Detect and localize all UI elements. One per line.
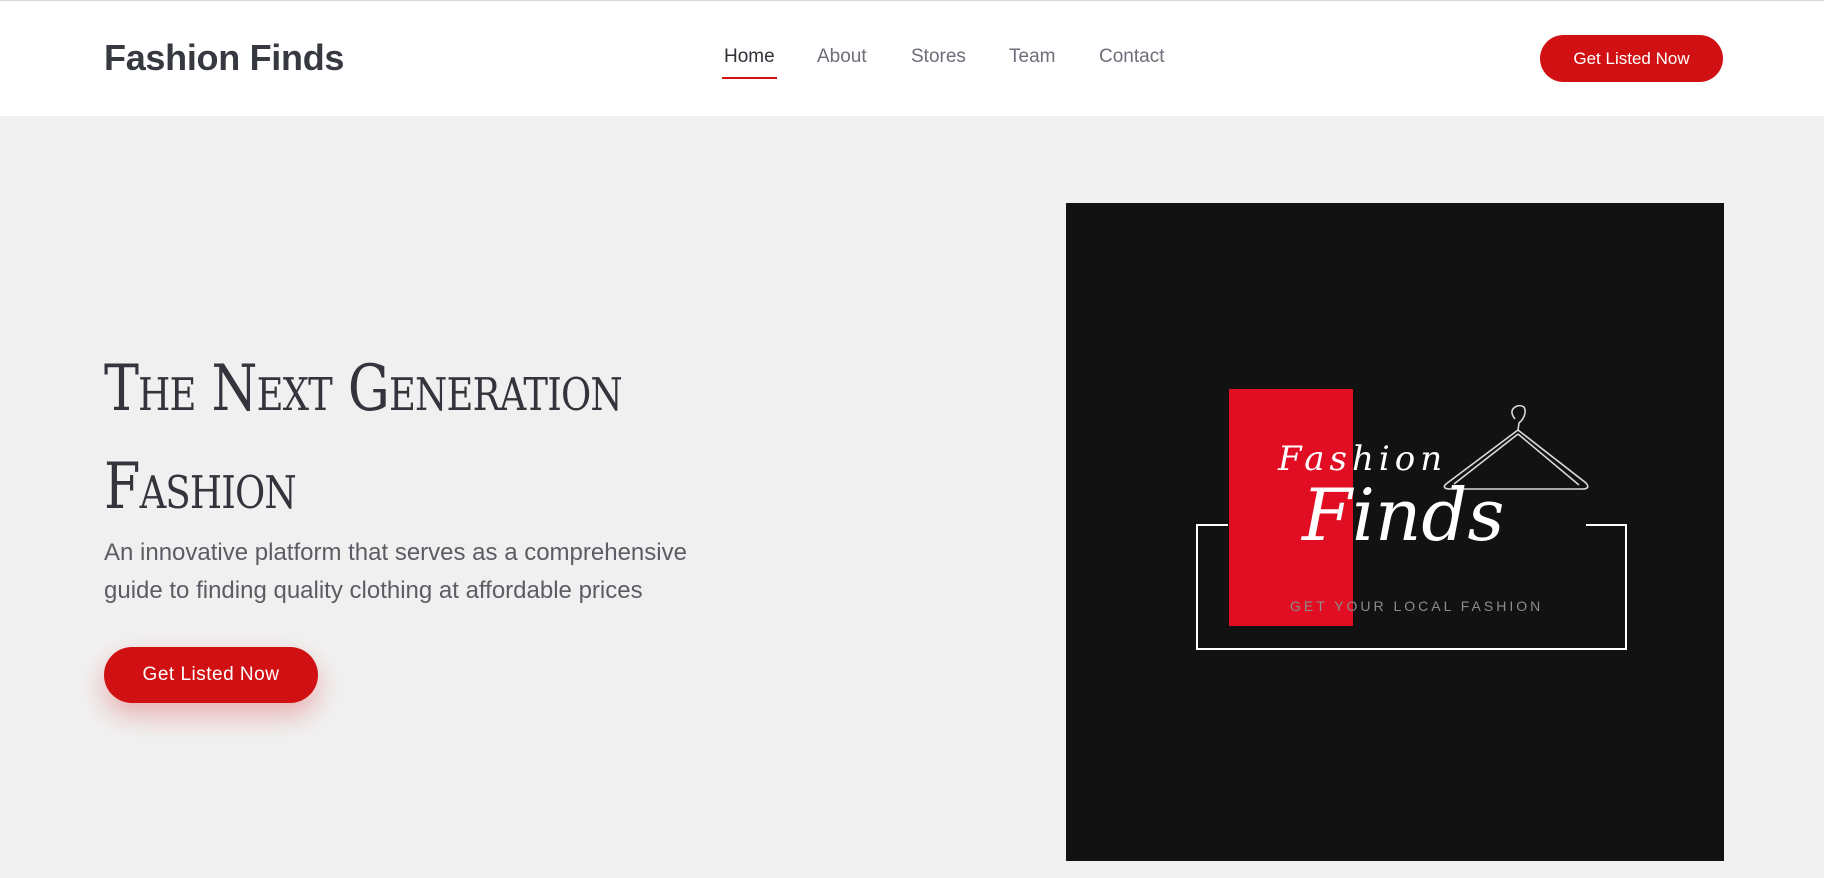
hero-get-listed-button[interactable]: Get Listed Now [104, 647, 318, 703]
hero-title-line: The Next Generation [104, 352, 623, 426]
nav-contact[interactable]: Contact [1099, 46, 1164, 68]
nav-stores-label: Stores [911, 46, 966, 67]
hero-title: The Next Generation Fashion [104, 340, 623, 536]
nav-about[interactable]: About [817, 46, 867, 68]
nav-stores[interactable]: Stores [911, 46, 966, 68]
hero-title-line: Fashion [104, 450, 297, 524]
nav-about-label: About [817, 46, 867, 67]
site-header: Fashion Finds Home About Stores Team Con… [0, 1, 1824, 116]
logo-tagline: GET YOUR LOCAL FASHION [1290, 598, 1544, 614]
nav-contact-label: Contact [1099, 46, 1165, 67]
brand-logo-text[interactable]: Fashion Finds [104, 37, 344, 79]
brand-logo-image: Fashion Finds GET YOUR LOCAL FASHION [1066, 203, 1724, 861]
nav-home[interactable]: Home [722, 46, 777, 79]
nav-team-label: Team [1009, 46, 1056, 67]
logo-script-finds: Finds [1302, 473, 1505, 557]
hero-description: An innovative platform that serves as a … [104, 539, 687, 604]
header-get-listed-button[interactable]: Get Listed Now [1540, 35, 1723, 82]
nav-active-underline [722, 77, 777, 79]
nav-team[interactable]: Team [1009, 46, 1055, 68]
nav-home-label: Home [724, 46, 775, 67]
